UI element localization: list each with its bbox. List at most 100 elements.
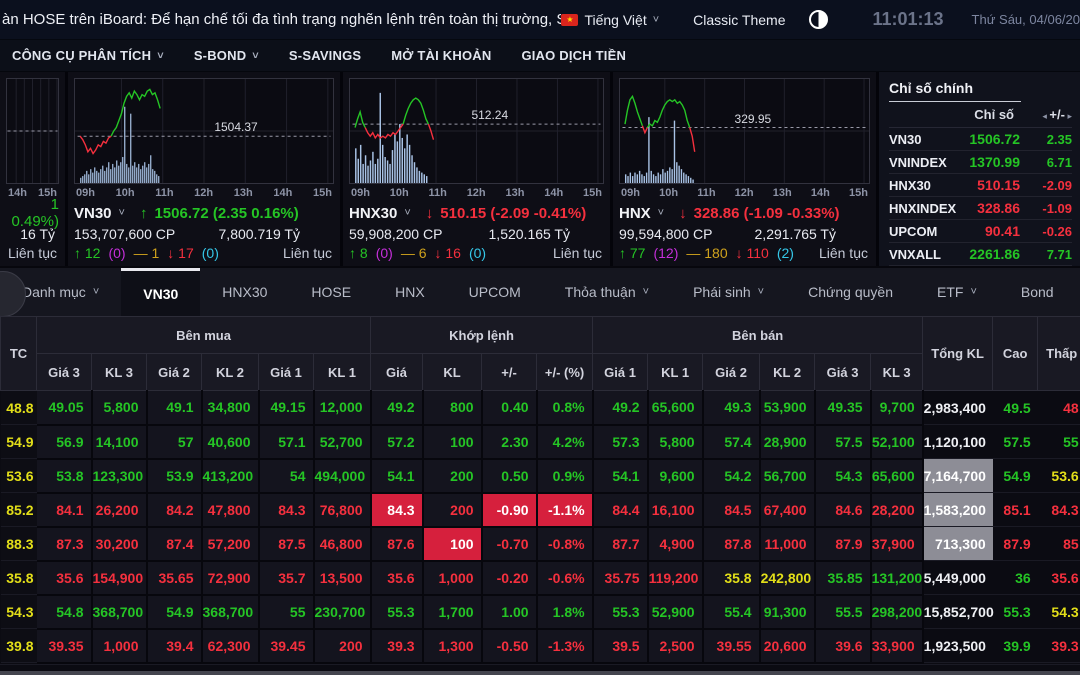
language-selector[interactable]: ★ Tiếng Việt ˅ <box>561 12 659 28</box>
cell[interactable]: 84.5 <box>703 493 760 527</box>
cell[interactable]: 35.8 <box>703 561 760 595</box>
cell[interactable]: 28,200 <box>871 493 923 527</box>
cell[interactable]: 57.3 <box>593 425 648 459</box>
cell[interactable]: 54.2 <box>703 459 760 493</box>
cell[interactable]: 39.3 <box>1038 629 1080 663</box>
cell[interactable]: 242,800 <box>760 561 815 595</box>
cell[interactable]: 40,600 <box>202 425 259 459</box>
cell[interactable]: 33,900 <box>871 629 923 663</box>
cell[interactable]: 37,900 <box>871 527 923 561</box>
cell[interactable]: 30,200 <box>92 527 147 561</box>
cell[interactable]: 20,600 <box>760 629 815 663</box>
cell[interactable]: 57.5 <box>815 425 871 459</box>
cell[interactable]: 87.3 <box>37 527 92 561</box>
cell[interactable]: 39.3 <box>371 629 423 663</box>
cell[interactable]: 46,800 <box>314 527 371 561</box>
cell[interactable]: 9,700 <box>871 391 923 425</box>
cell[interactable]: 87.7 <box>593 527 648 561</box>
cell[interactable]: -0.6% <box>537 561 593 595</box>
cell[interactable]: 0.40 <box>482 391 537 425</box>
cell[interactable]: 57 <box>147 425 202 459</box>
cell[interactable]: 56,700 <box>760 459 815 493</box>
cell[interactable]: 84.4 <box>593 493 648 527</box>
tab-phái-sinh[interactable]: Phái sinh˅ <box>671 268 786 316</box>
cell[interactable]: 57.4 <box>703 425 760 459</box>
horizontal-scrollbar[interactable] <box>0 671 1080 675</box>
cell[interactable]: 49.15 <box>259 391 314 425</box>
cell[interactable]: 65,600 <box>648 391 703 425</box>
cell[interactable]: 36 <box>993 561 1038 595</box>
cell[interactable]: 298,200 <box>871 595 923 629</box>
cell[interactable]: 154,900 <box>92 561 147 595</box>
cell[interactable]: 1,923,500 <box>923 629 993 663</box>
cell[interactable]: 35.65 <box>147 561 202 595</box>
cell[interactable]: -1.3% <box>537 629 593 663</box>
cell[interactable]: 84.3 <box>1038 493 1080 527</box>
menu-item-1[interactable]: S-BOND˅ <box>194 48 259 63</box>
cell[interactable]: -0.50 <box>482 629 537 663</box>
cell[interactable]: 55.3 <box>593 595 648 629</box>
cell[interactable]: 53,900 <box>760 391 815 425</box>
index-row-VNINDEX[interactable]: VNINDEX1370.996.71 <box>889 151 1072 174</box>
menu-item-3[interactable]: MỞ TÀI KHOẢN <box>391 48 491 63</box>
tab-bond[interactable]: Bond <box>999 268 1076 316</box>
cell[interactable]: 84.6 <box>815 493 871 527</box>
cell[interactable]: 52,700 <box>314 425 371 459</box>
cell-ref-price[interactable]: 85.2 <box>1 493 37 527</box>
cell[interactable]: 4,900 <box>648 527 703 561</box>
cell[interactable]: 34,800 <box>202 391 259 425</box>
cell[interactable]: 0.50 <box>482 459 537 493</box>
cell[interactable]: 9,600 <box>648 459 703 493</box>
tab-vn30[interactable]: VN30 <box>121 268 200 316</box>
cell[interactable]: 54 <box>259 459 314 493</box>
cell[interactable]: 200 <box>314 629 371 663</box>
cell[interactable]: 84.2 <box>147 493 202 527</box>
cell-ref-price[interactable]: 54.9 <box>1 425 37 459</box>
cell[interactable]: 2,983,400 <box>923 391 993 425</box>
cell[interactable]: 55.3 <box>371 595 423 629</box>
cell[interactable]: -0.90 <box>482 493 537 527</box>
cell[interactable]: 12,000 <box>314 391 371 425</box>
cell[interactable]: 91,300 <box>760 595 815 629</box>
cell[interactable]: 76,800 <box>314 493 371 527</box>
cell[interactable]: 87.8 <box>703 527 760 561</box>
cell[interactable]: 55 <box>259 595 314 629</box>
cell[interactable]: 800 <box>423 391 482 425</box>
cell[interactable]: 200 <box>423 459 482 493</box>
cell[interactable]: 54.3 <box>815 459 871 493</box>
cell[interactable]: 35.6 <box>1038 561 1080 595</box>
cell[interactable]: 35.6 <box>37 561 92 595</box>
cell[interactable]: 39.5 <box>593 629 648 663</box>
cell[interactable]: 55.5 <box>815 595 871 629</box>
cell[interactable]: 1,000 <box>423 561 482 595</box>
cell[interactable]: 54.1 <box>593 459 648 493</box>
cell[interactable]: 84.3 <box>371 493 423 527</box>
cell[interactable]: 72,900 <box>202 561 259 595</box>
tab-upcom[interactable]: UPCOM <box>447 268 543 316</box>
cell[interactable]: 87.5 <box>259 527 314 561</box>
cell[interactable]: 62,300 <box>202 629 259 663</box>
index-row-UPCOM[interactable]: UPCOM90.41-0.26 <box>889 220 1072 243</box>
cell[interactable]: 49.2 <box>371 391 423 425</box>
cell[interactable]: 0.8% <box>537 391 593 425</box>
cell[interactable]: 57.2 <box>371 425 423 459</box>
cell[interactable]: 2.30 <box>482 425 537 459</box>
cell[interactable]: 87.4 <box>147 527 202 561</box>
tab-thỏa-thuận[interactable]: Thỏa thuận˅ <box>543 268 671 316</box>
cell[interactable]: 49.2 <box>593 391 648 425</box>
cell[interactable]: -0.20 <box>482 561 537 595</box>
cell-ref-price[interactable]: 35.8 <box>1 561 37 595</box>
cell[interactable]: 49.35 <box>815 391 871 425</box>
cell[interactable]: 49.05 <box>37 391 92 425</box>
cell[interactable]: 14,100 <box>92 425 147 459</box>
cell[interactable]: 368,700 <box>92 595 147 629</box>
cell[interactable]: 87.9 <box>993 527 1038 561</box>
cell[interactable]: 57,200 <box>202 527 259 561</box>
cell[interactable]: 53.6 <box>1038 459 1080 493</box>
cell[interactable]: 123,300 <box>92 459 147 493</box>
cell[interactable]: 100 <box>423 425 482 459</box>
cell[interactable]: 39.4 <box>147 629 202 663</box>
cell[interactable]: 28,900 <box>760 425 815 459</box>
cell[interactable]: -0.70 <box>482 527 537 561</box>
cell[interactable]: 48 <box>1038 391 1080 425</box>
